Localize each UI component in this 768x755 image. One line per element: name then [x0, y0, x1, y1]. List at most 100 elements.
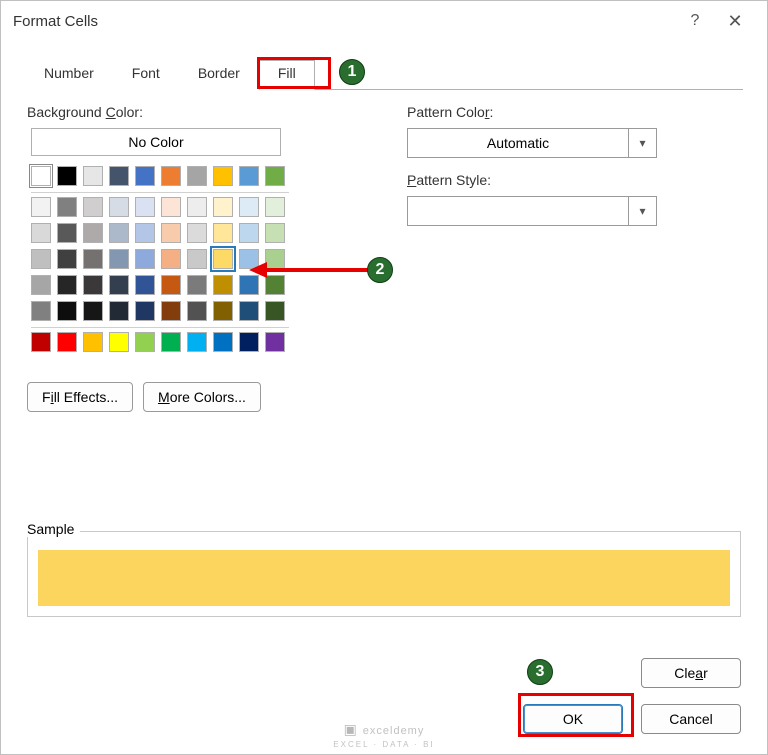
color-swatch[interactable] [187, 197, 207, 217]
color-swatch[interactable] [265, 332, 285, 352]
help-button[interactable]: ? [675, 12, 715, 30]
titlebar: Format Cells ? ✕ [1, 1, 767, 41]
annotation-badge-3: 3 [527, 659, 553, 685]
color-swatch[interactable] [109, 332, 129, 352]
color-swatch[interactable] [31, 249, 51, 269]
color-swatch[interactable] [57, 197, 77, 217]
color-swatch[interactable] [83, 332, 103, 352]
color-swatch[interactable] [135, 249, 155, 269]
color-swatch[interactable] [109, 249, 129, 269]
color-swatch[interactable] [239, 166, 259, 186]
chevron-down-icon: ▾ [628, 129, 656, 157]
color-swatch[interactable] [265, 249, 285, 269]
color-swatch[interactable] [239, 332, 259, 352]
palette-separator [31, 192, 289, 193]
color-swatch[interactable] [31, 166, 51, 186]
color-swatch[interactable] [187, 166, 207, 186]
dialog-title: Format Cells [13, 13, 675, 30]
pattern-color-value: Automatic [408, 135, 628, 151]
color-swatch[interactable] [57, 166, 77, 186]
color-swatch[interactable] [83, 166, 103, 186]
tab-fill[interactable]: Fill [259, 60, 315, 90]
color-swatch[interactable] [57, 223, 77, 243]
color-swatch[interactable] [135, 332, 155, 352]
color-swatch[interactable] [239, 197, 259, 217]
color-swatch[interactable] [31, 332, 51, 352]
color-swatch[interactable] [57, 275, 77, 295]
color-swatch[interactable] [135, 223, 155, 243]
color-swatch[interactable] [31, 197, 51, 217]
color-swatch[interactable] [161, 166, 181, 186]
color-swatch[interactable] [187, 275, 207, 295]
background-color-label: Background Color: [27, 104, 317, 120]
color-swatch[interactable] [161, 223, 181, 243]
color-swatch[interactable] [161, 301, 181, 321]
color-swatch[interactable] [265, 275, 285, 295]
pattern-style-label: Pattern Style: [407, 172, 677, 188]
color-swatch[interactable] [83, 197, 103, 217]
color-swatch[interactable] [31, 275, 51, 295]
color-swatch[interactable] [213, 275, 233, 295]
color-swatch[interactable] [109, 301, 129, 321]
sample-label: Sample [27, 521, 80, 537]
clear-button[interactable]: Clear [641, 658, 741, 688]
color-swatch[interactable] [265, 166, 285, 186]
color-swatch[interactable] [83, 301, 103, 321]
no-color-button[interactable]: No Color [31, 128, 281, 156]
color-swatch[interactable] [265, 301, 285, 321]
color-swatch[interactable] [161, 249, 181, 269]
color-swatch[interactable] [109, 197, 129, 217]
color-swatch[interactable] [239, 301, 259, 321]
format-cells-dialog: Format Cells ? ✕ Number Font Border Fill… [0, 0, 768, 755]
color-swatch[interactable] [213, 223, 233, 243]
color-swatch[interactable] [161, 332, 181, 352]
color-swatch[interactable] [135, 197, 155, 217]
color-swatch[interactable] [239, 275, 259, 295]
tab-strip: Number Font Border Fill [25, 59, 767, 89]
color-swatch[interactable] [31, 301, 51, 321]
pattern-style-combo[interactable]: ▾ [407, 196, 657, 226]
color-swatch[interactable] [161, 275, 181, 295]
color-swatch[interactable] [265, 223, 285, 243]
color-swatch[interactable] [57, 249, 77, 269]
color-swatch[interactable] [213, 301, 233, 321]
color-swatch[interactable] [239, 249, 259, 269]
color-swatch[interactable] [31, 223, 51, 243]
color-swatch[interactable] [83, 249, 103, 269]
color-swatch[interactable] [265, 197, 285, 217]
sample-area: Sample [27, 521, 741, 617]
sample-preview [38, 550, 730, 606]
color-swatch[interactable] [109, 223, 129, 243]
pattern-color-label: Pattern Color: [407, 104, 677, 120]
color-swatch[interactable] [83, 223, 103, 243]
color-swatch[interactable] [161, 197, 181, 217]
color-swatch[interactable] [213, 166, 233, 186]
color-swatch[interactable] [57, 332, 77, 352]
tab-number[interactable]: Number [25, 60, 113, 90]
color-swatch[interactable] [213, 197, 233, 217]
tab-font[interactable]: Font [113, 60, 179, 90]
fill-effects-button[interactable]: Fill Effects... [27, 382, 133, 412]
tab-border[interactable]: Border [179, 60, 259, 90]
color-swatch[interactable] [213, 249, 233, 269]
color-swatch[interactable] [239, 223, 259, 243]
color-swatch[interactable] [187, 223, 207, 243]
color-swatch[interactable] [213, 332, 233, 352]
color-swatch[interactable] [109, 166, 129, 186]
color-swatch[interactable] [135, 301, 155, 321]
watermark: ▣ exceldemy EXCEL · DATA · BI [1, 721, 767, 750]
color-swatch[interactable] [83, 275, 103, 295]
annotation-badge-2: 2 [367, 257, 393, 283]
color-palette [31, 166, 317, 352]
color-swatch[interactable] [187, 249, 207, 269]
color-swatch[interactable] [187, 332, 207, 352]
color-swatch[interactable] [135, 275, 155, 295]
annotation-badge-1: 1 [339, 59, 365, 85]
color-swatch[interactable] [109, 275, 129, 295]
close-button[interactable]: ✕ [715, 11, 755, 32]
more-colors-button[interactable]: More Colors... [143, 382, 261, 412]
color-swatch[interactable] [57, 301, 77, 321]
color-swatch[interactable] [135, 166, 155, 186]
color-swatch[interactable] [187, 301, 207, 321]
pattern-color-combo[interactable]: Automatic ▾ [407, 128, 657, 158]
